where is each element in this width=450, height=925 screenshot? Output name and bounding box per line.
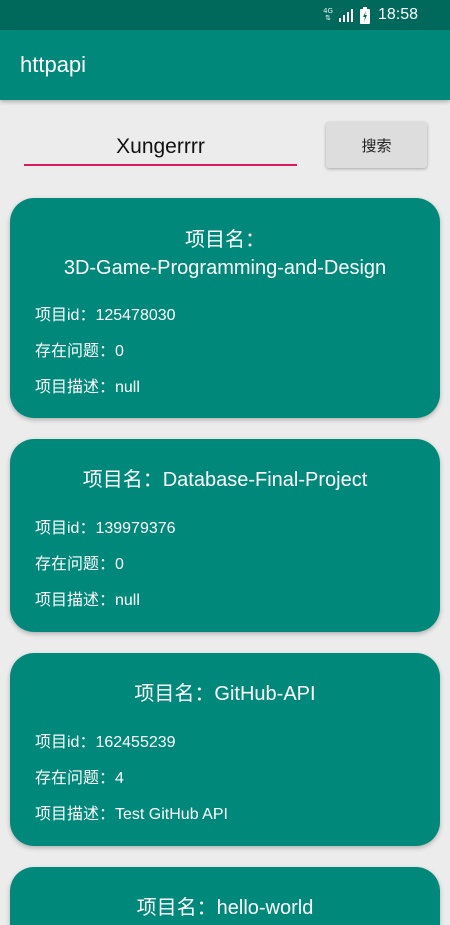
repo-card[interactable]: 项目名：hello-world [10, 867, 440, 925]
repo-description: 项目描述：Test GitHub API [35, 806, 228, 823]
repo-id: 项目id：125478030 [35, 307, 176, 324]
repo-title: 项目名：GitHub-API [134, 683, 316, 705]
repo-issues: 存在问题：4 [35, 770, 124, 787]
repo-issues: 存在问题：0 [35, 343, 124, 360]
app-bar: httpapi [0, 30, 450, 100]
repo-card[interactable]: 项目名：GitHub-API 项目id：162455239 存在问题：4 项目描… [10, 653, 440, 846]
repo-id: 项目id：162455239 [35, 734, 176, 751]
search-button[interactable]: 搜索 [326, 122, 427, 168]
repo-title: 项目名： 3D-Game-Programming-and-Design [63, 229, 387, 279]
repo-id: 项目id：139979376 [35, 520, 176, 537]
repo-title: 项目名：Database-Final-Project [82, 469, 368, 491]
repo-description: 项目描述：null [35, 379, 140, 396]
search-input[interactable] [24, 130, 297, 166]
repo-description: 项目描述：null [35, 592, 140, 609]
repo-title: 项目名：hello-world [136, 897, 314, 919]
status-icons: 4G ⇅ 18:58 [323, 0, 418, 30]
status-bar: 4G ⇅ 18:58 [0, 0, 450, 30]
status-time: 18:58 [377, 6, 418, 23]
app-title: httpapi [20, 52, 87, 77]
repo-issues: 存在问题：0 [35, 556, 124, 573]
battery-icon [359, 6, 370, 24]
network-4g-icon: 4G ⇅ [323, 7, 333, 22]
signal-icon [338, 8, 353, 22]
repo-card[interactable]: 项目名： 3D-Game-Programming-and-Design 项目id… [10, 198, 440, 418]
repo-card[interactable]: 项目名：Database-Final-Project 项目id：13997937… [10, 439, 440, 632]
